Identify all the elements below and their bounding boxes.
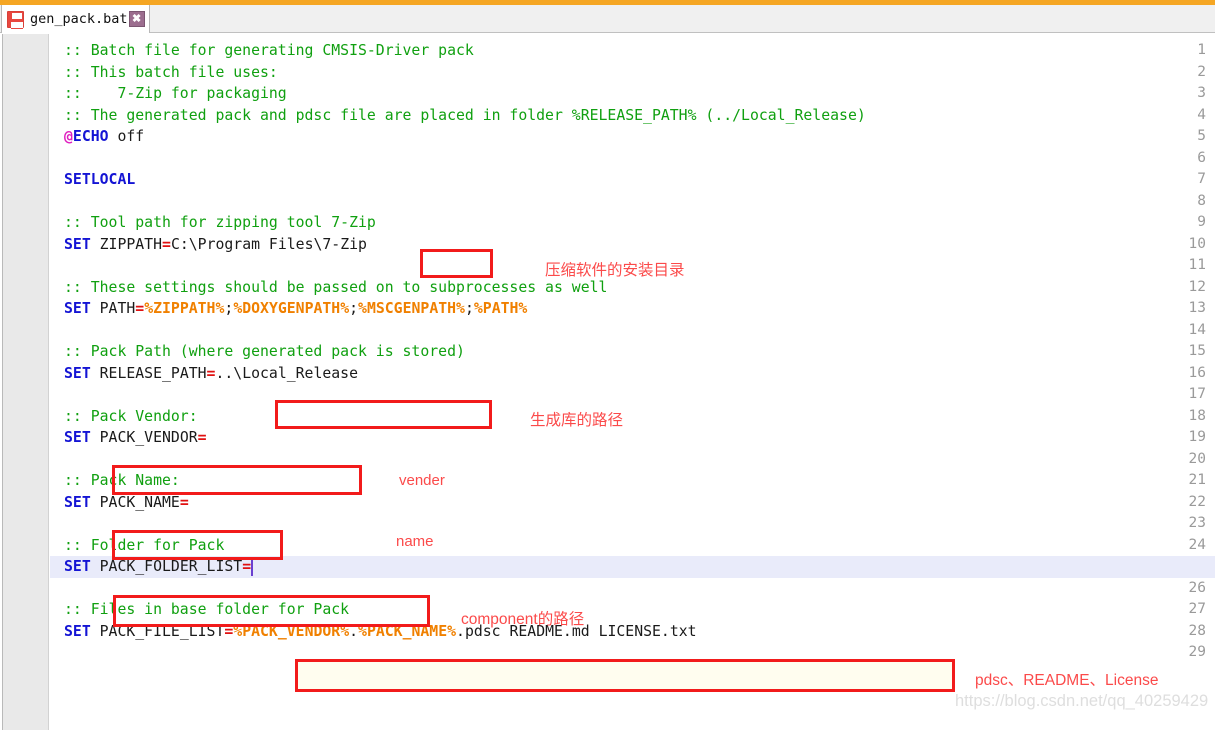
code-line[interactable]: SET PACK_FILE_LIST=%PACK_VENDOR%.%PACK_N… xyxy=(50,621,1215,643)
save-floppy-icon xyxy=(7,10,24,29)
code-line[interactable] xyxy=(50,642,1215,664)
code-line[interactable] xyxy=(50,449,1215,471)
line-number-gutter xyxy=(0,34,49,730)
code-line[interactable]: @ECHO off xyxy=(50,126,1215,148)
code-line[interactable]: SET PACK_NAME= xyxy=(50,492,1215,514)
close-icon[interactable]: ✖ xyxy=(128,11,145,27)
code-line[interactable]: SET PACK_VENDOR= xyxy=(50,427,1215,449)
code-line[interactable] xyxy=(50,578,1215,600)
code-line[interactable] xyxy=(50,148,1215,170)
code-line[interactable]: :: Files in base folder for Pack xyxy=(50,599,1215,621)
code-line[interactable] xyxy=(50,384,1215,406)
gutter-left-edge xyxy=(0,34,3,730)
text-caret xyxy=(251,558,254,576)
code-line[interactable]: SET PACK_FOLDER_LIST= xyxy=(50,556,1215,578)
code-line[interactable]: :: The generated pack and pdsc file are … xyxy=(50,105,1215,127)
code-line[interactable]: :: Pack Path (where generated pack is st… xyxy=(50,341,1215,363)
code-line[interactable]: SET PATH=%ZIPPATH%;%DOXYGENPATH%;%MSCGEN… xyxy=(50,298,1215,320)
code-line[interactable] xyxy=(50,320,1215,342)
tab-gen-pack-bat[interactable]: gen_pack.bat ✖ xyxy=(1,5,150,33)
tab-bar: gen_pack.bat ✖ xyxy=(0,5,1215,33)
annotation-label-zip-install-dir: 压缩软件的安装目录 xyxy=(545,262,685,279)
code-line[interactable]: :: This batch file uses: xyxy=(50,62,1215,84)
annotation-label-pack-folder-list: component的路径 xyxy=(461,611,585,628)
code-editor[interactable]: 1 2 3 4 5 6 7 8 9 10 11 12 13 14 15 16 17 18 19 20 21 22 23 24 2… xyxy=(0,34,1215,730)
code-line[interactable]: :: Pack Vendor: xyxy=(50,406,1215,428)
tab-title-label: gen_pack.bat xyxy=(30,11,128,27)
annotation-label-pack-name: name xyxy=(396,533,434,550)
code-line[interactable]: :: Folder for Pack xyxy=(50,535,1215,557)
annotation-label-release-path: 生成库的路径 xyxy=(530,412,624,429)
code-line[interactable] xyxy=(50,191,1215,213)
code-line[interactable]: SETLOCAL xyxy=(50,169,1215,191)
code-line[interactable]: :: Batch file for generating CMSIS-Drive… xyxy=(50,40,1215,62)
code-line[interactable] xyxy=(50,513,1215,535)
code-line[interactable]: SET RELEASE_PATH=..\Local_Release xyxy=(50,363,1215,385)
code-line[interactable]: :: 7-Zip for packaging xyxy=(50,83,1215,105)
code-line[interactable]: :: Pack Name: xyxy=(50,470,1215,492)
blog-watermark: https://blog.csdn.net/qq_40259429 xyxy=(955,692,1209,710)
annotation-label-pack-file-list: pdsc、README、License xyxy=(975,672,1159,689)
code-content[interactable]: :: Batch file for generating CMSIS-Drive… xyxy=(50,34,1215,730)
annotation-label-pack-vendor: vender xyxy=(399,472,445,489)
code-line[interactable]: :: Tool path for zipping tool 7-Zip xyxy=(50,212,1215,234)
code-line[interactable]: SET ZIPPATH=C:\Program Files\7-Zip xyxy=(50,234,1215,256)
